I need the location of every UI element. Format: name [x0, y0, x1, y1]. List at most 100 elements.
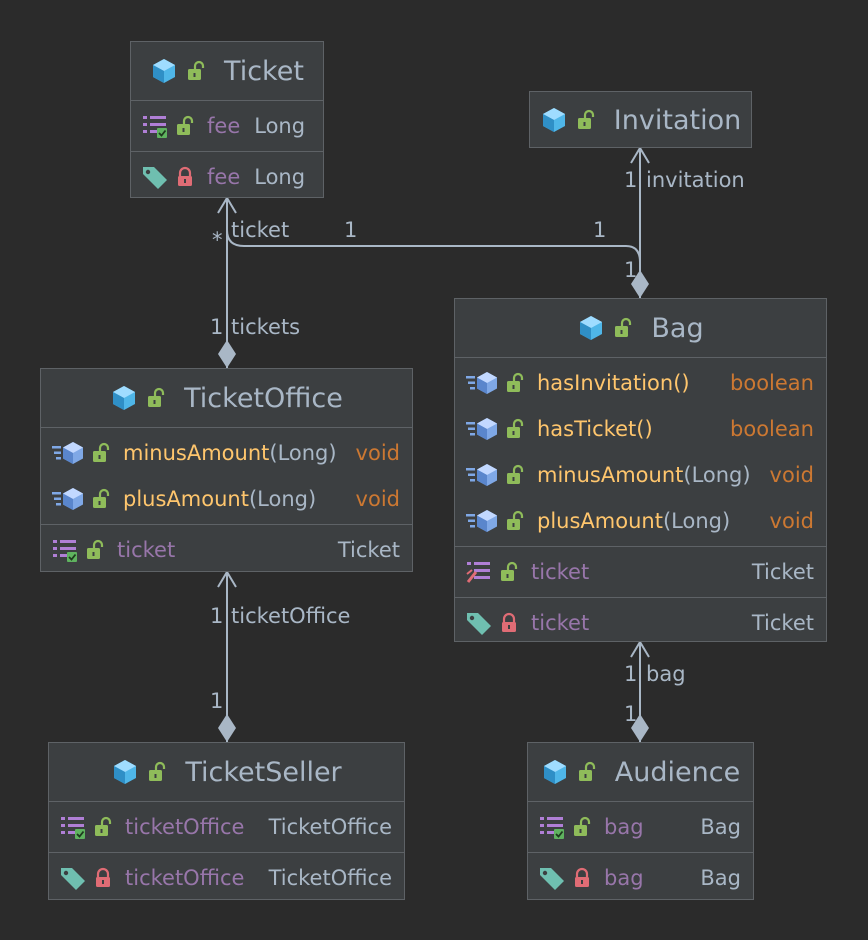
property-row[interactable]: ticket Ticket [455, 600, 826, 646]
method-icon [465, 507, 499, 535]
field-row[interactable]: ticketOffice TicketOffice [49, 804, 404, 850]
method-row[interactable]: minusAmount (Long) void [41, 430, 412, 476]
methods-section: minusAmount (Long) void plusAmount (Long) … [41, 427, 412, 524]
method-params: (Long) [248, 487, 317, 511]
class-invitation[interactable]: Invitation [529, 91, 752, 148]
tag-icon [538, 864, 566, 892]
property-row[interactable]: ticketOffice TicketOffice [49, 855, 404, 901]
office-ticket-diamond [218, 340, 236, 368]
seller-office-target-role: ticketOffice [231, 604, 351, 628]
method-row[interactable]: plusAmount (Long) void [41, 476, 412, 522]
class-icon [577, 314, 605, 342]
property-name: bag [604, 866, 644, 890]
class-ticket-office[interactable]: TicketOffice minusAmount (Long) void plus… [40, 368, 413, 572]
audience-bag-target-role: bag [646, 662, 686, 686]
unlock-icon [93, 816, 113, 838]
seller-office-target-mult: 1 [210, 604, 224, 628]
method-row[interactable]: minusAmount (Long) void [455, 452, 826, 498]
method-return-type: void [355, 441, 400, 465]
unlock-icon [505, 464, 525, 486]
seller-office-source-mult: 1 [210, 689, 224, 713]
method-params: (Long) [683, 463, 751, 487]
class-header: Audience [528, 743, 753, 801]
class-name: Audience [614, 756, 741, 788]
method-row[interactable]: hasInvitation() boolean [455, 360, 826, 406]
class-header: TicketSeller [49, 743, 404, 801]
unlock-icon [505, 418, 525, 440]
method-icon [465, 415, 499, 443]
property-type: TicketOffice [268, 866, 392, 890]
tag-icon [59, 864, 87, 892]
bag-invitation-target-role: invitation [646, 168, 745, 192]
unlock-icon [572, 816, 592, 838]
property-name: ticket [531, 611, 590, 635]
method-return-type: void [769, 509, 814, 533]
unlock-icon [91, 488, 111, 510]
fields-section: bag Bag [528, 801, 753, 852]
class-name: Invitation [613, 104, 742, 136]
bag-ticket-source-mult: 1 [344, 218, 358, 242]
class-audience[interactable]: Audience bag Bag bag Bag [527, 742, 754, 900]
unlock-icon [186, 60, 206, 82]
properties-section: ticketOffice TicketOffice [49, 852, 404, 903]
method-params: (Long) [269, 441, 337, 465]
lock-icon [572, 867, 592, 889]
class-ticket[interactable]: Ticket fee Long fee Long [130, 41, 324, 198]
method-params: () [636, 417, 653, 441]
property-type: Long [254, 165, 306, 189]
office-ticket-source-role: tickets [231, 315, 301, 339]
class-icon [540, 106, 568, 134]
property-name: fee [207, 165, 241, 189]
method-name: plusAmount [123, 487, 249, 511]
class-bag[interactable]: Bag hasInvitation() boolean hasTicket() … [454, 298, 827, 642]
property-row[interactable]: fee Long [131, 154, 323, 200]
field-name: ticket [117, 538, 176, 562]
fields-section: fee Long [131, 100, 323, 151]
method-params: (Long) [662, 509, 731, 533]
field-row[interactable]: ticket Ticket [455, 549, 826, 595]
unlock-icon [576, 109, 596, 131]
unlock-icon [147, 761, 167, 783]
methods-section: hasInvitation() boolean hasTicket() bool… [455, 357, 826, 546]
field-edit-icon [465, 558, 493, 586]
property-row[interactable]: bag Bag [528, 855, 753, 901]
method-name: hasTicket [537, 417, 637, 441]
field-name: fee [207, 114, 241, 138]
method-row[interactable]: hasTicket() boolean [455, 406, 826, 452]
bag-ticket-source-end: 1 [624, 258, 638, 282]
class-icon [150, 57, 178, 85]
method-return-type: void [355, 487, 400, 511]
field-type: Ticket [337, 538, 400, 562]
field-name: ticketOffice [125, 815, 245, 839]
unlock-icon [91, 442, 111, 464]
office-ticket-target-mult: * [212, 228, 223, 252]
field-type: Long [254, 114, 306, 138]
field-name: ticket [531, 560, 590, 584]
method-icon [51, 439, 85, 467]
class-name: Bag [651, 312, 704, 344]
properties-section: bag Bag [528, 852, 753, 903]
class-ticket-seller[interactable]: TicketSeller ticketOffice TicketOffice t… [48, 742, 405, 900]
class-name: TicketSeller [185, 756, 342, 788]
method-name: minusAmount [537, 463, 684, 487]
seller-office-diamond [218, 714, 236, 742]
property-type: Bag [700, 866, 741, 890]
field-list-icon [141, 112, 169, 140]
field-name: bag [604, 815, 644, 839]
unlock-icon [146, 387, 166, 409]
class-header: Bag [455, 299, 826, 357]
method-return-type: boolean [730, 371, 814, 395]
audience-bag-target-mult: 1 [624, 662, 638, 686]
field-row[interactable]: fee Long [131, 103, 323, 149]
office-ticket-source-mult: 1 [210, 315, 224, 339]
unlock-icon [175, 115, 195, 137]
method-row[interactable]: plusAmount (Long) void [455, 498, 826, 544]
field-row[interactable]: ticket Ticket [41, 527, 412, 573]
property-type: Ticket [751, 611, 814, 635]
fields-section: ticket Ticket [455, 546, 826, 597]
method-icon [51, 485, 85, 513]
method-return-type: void [769, 463, 814, 487]
properties-section: ticket Ticket [455, 597, 826, 648]
field-type: Ticket [751, 560, 814, 584]
field-row[interactable]: bag Bag [528, 804, 753, 850]
